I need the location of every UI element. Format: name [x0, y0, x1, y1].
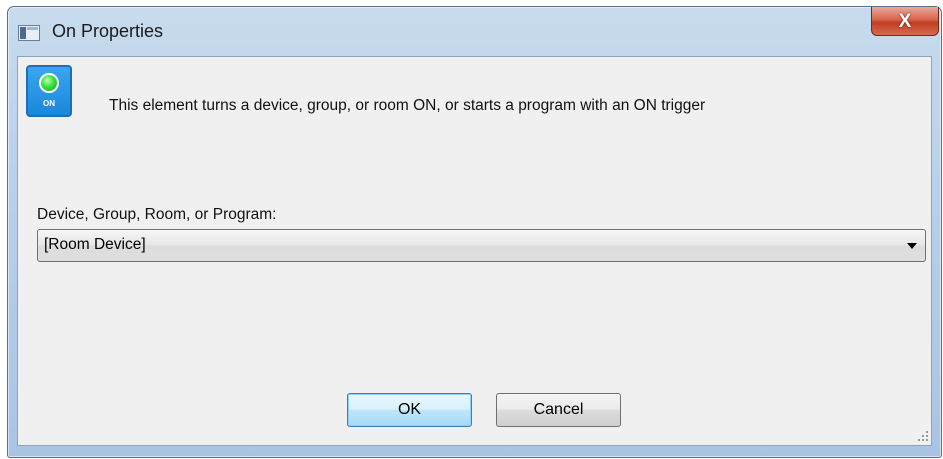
resize-grip-icon[interactable]: [915, 429, 929, 443]
window-title: On Properties: [52, 21, 164, 41]
title-bar[interactable]: On Properties X: [8, 7, 941, 57]
window-icon: [18, 25, 40, 41]
dialog-content: ON This element turns a device, group, o…: [17, 56, 932, 446]
on-trigger-icon: ON: [26, 65, 72, 117]
element-description: This element turns a device, group, or r…: [109, 97, 706, 114]
close-icon: X: [898, 10, 912, 32]
dropdown-arrow-icon[interactable]: [907, 243, 917, 249]
on-icon-label: ON: [43, 99, 55, 108]
cancel-button[interactable]: Cancel: [496, 393, 621, 427]
target-field-label: Device, Group, Room, or Program:: [37, 206, 277, 223]
target-select[interactable]: [Room Device]: [37, 229, 926, 262]
led-indicator: [39, 73, 59, 93]
dialog-window: On Properties X ON This element turns a …: [7, 6, 942, 458]
close-button[interactable]: X: [871, 7, 939, 36]
target-select-value: [Room Device]: [44, 236, 146, 253]
ok-button[interactable]: OK: [347, 393, 472, 427]
